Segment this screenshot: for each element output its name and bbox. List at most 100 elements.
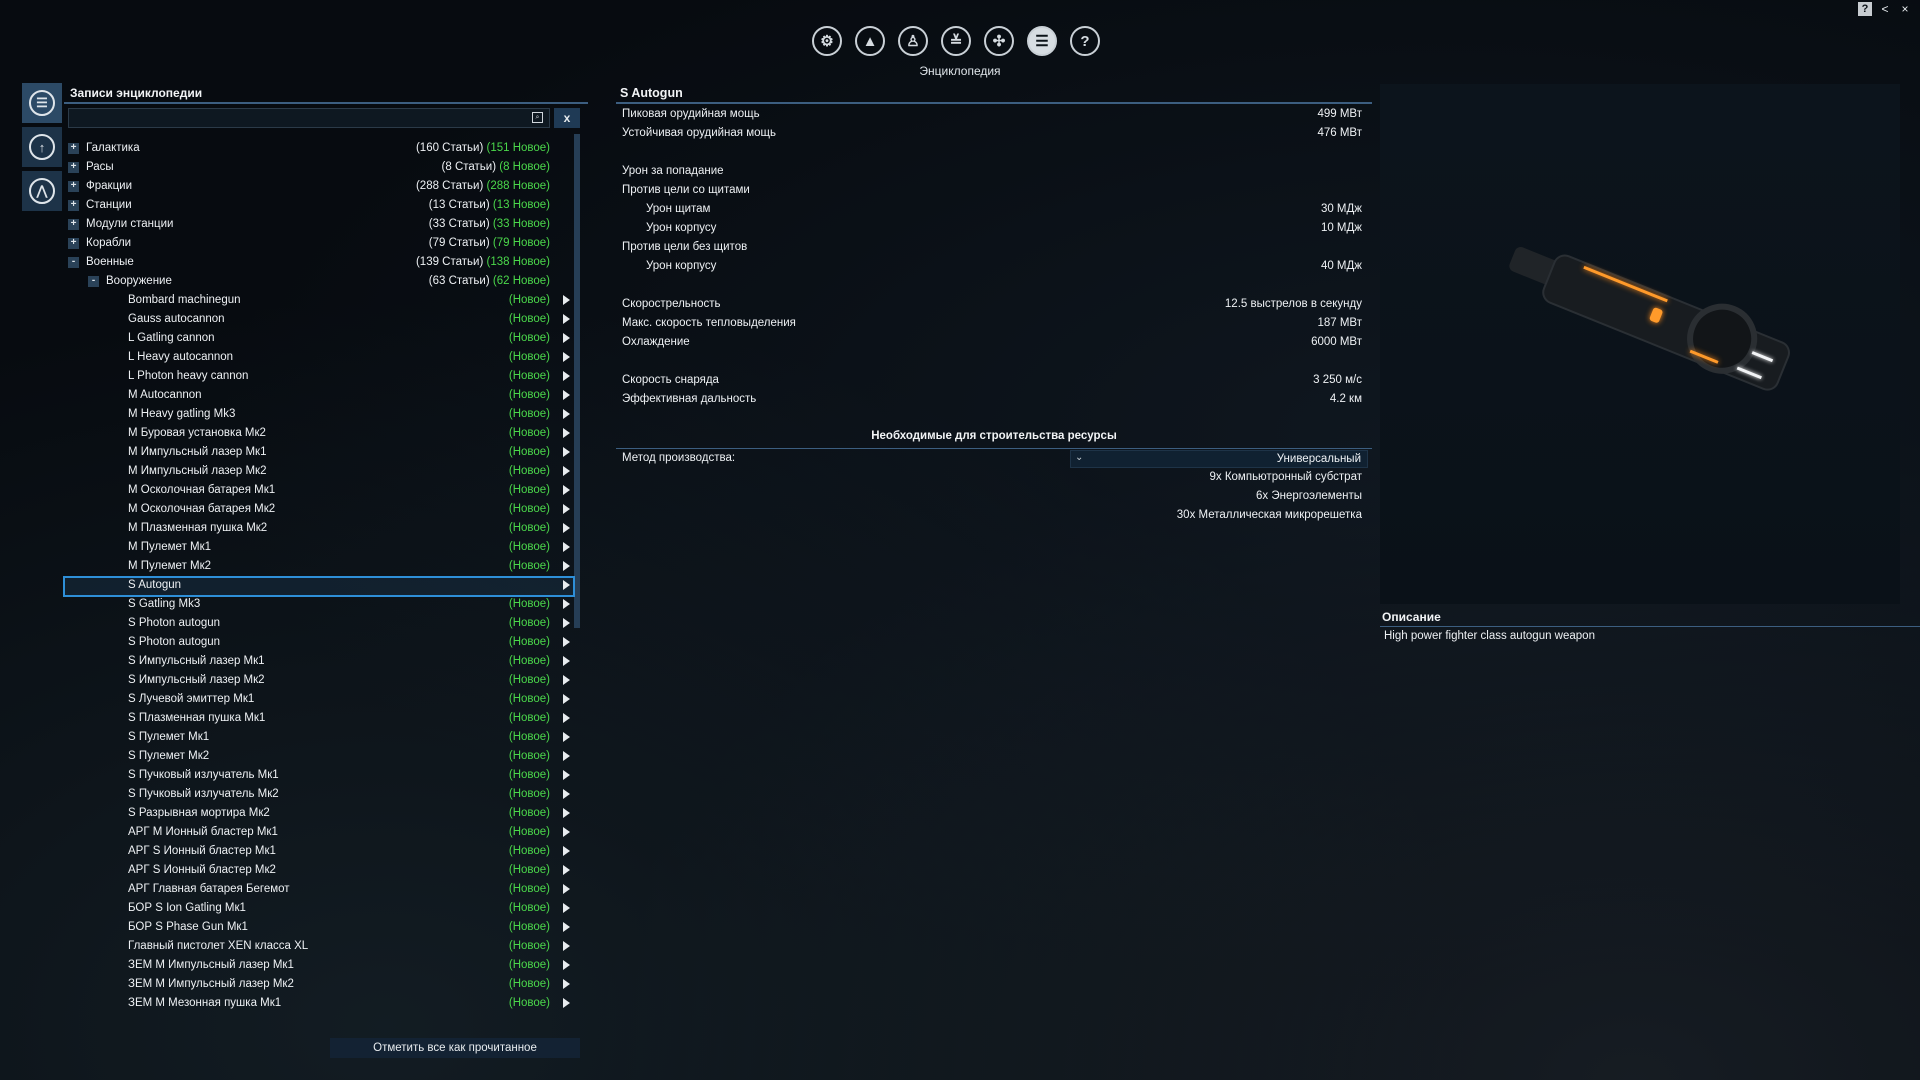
arrow-right-icon[interactable]: [563, 371, 570, 381]
tree-category[interactable]: + Станции (13 Статьи) (13 Новое): [64, 197, 574, 216]
tree-item[interactable]: Gauss autocannon (Новое): [64, 311, 574, 330]
tree-item[interactable]: Bombard machinegun (Новое): [64, 292, 574, 311]
tree-item[interactable]: L Photon heavy cannon (Новое): [64, 368, 574, 387]
tree-item[interactable]: S Импульсный лазер Мк1 (Новое): [64, 653, 574, 672]
tree-item[interactable]: АРГ S Ионный бластер Мк1 (Новое): [64, 843, 574, 862]
expand-icon[interactable]: +: [68, 162, 79, 173]
arrow-right-icon[interactable]: [563, 922, 570, 932]
tree-item[interactable]: M Плазменная пушка Мк2 (Новое): [64, 520, 574, 539]
arrow-right-icon[interactable]: [563, 903, 570, 913]
back-button[interactable]: <: [1878, 2, 1892, 16]
search-input[interactable]: ⌕: [68, 108, 550, 128]
expand-icon[interactable]: +: [68, 181, 79, 192]
close-button[interactable]: ×: [1898, 2, 1912, 16]
tree-item[interactable]: Главный пистолет XEN класса XL (Новое): [64, 938, 574, 957]
tree-item[interactable]: L Heavy autocannon (Новое): [64, 349, 574, 368]
arrow-right-icon[interactable]: [563, 561, 570, 571]
tree-item[interactable]: M Пулемет Мк1 (Новое): [64, 539, 574, 558]
tree-item[interactable]: M Осколочная батарея Мк1 (Новое): [64, 482, 574, 501]
tree-category[interactable]: + Фракции (288 Статьи) (288 Новое): [64, 178, 574, 197]
arrow-right-icon[interactable]: [563, 998, 570, 1008]
tree-item[interactable]: S Пулемет Мк1 (Новое): [64, 729, 574, 748]
tree-item[interactable]: S Разрывная мортира Мк2 (Новое): [64, 805, 574, 824]
tree-item[interactable]: АРГ S Ионный бластер Мк2 (Новое): [64, 862, 574, 881]
expand-icon[interactable]: +: [68, 200, 79, 211]
tree-item[interactable]: M Heavy gatling Mk3 (Новое): [64, 406, 574, 425]
collapse-icon[interactable]: -: [88, 276, 99, 287]
help-button[interactable]: ?: [1858, 2, 1872, 16]
arrow-right-icon[interactable]: [563, 542, 570, 552]
tree-item[interactable]: S Photon autogun (Новое): [64, 615, 574, 634]
side-tab-encyclopedia[interactable]: ☰: [22, 83, 62, 123]
arrow-right-icon[interactable]: [563, 618, 570, 628]
arrow-right-icon[interactable]: [563, 599, 570, 609]
tree-item[interactable]: M Autocannon (Новое): [64, 387, 574, 406]
help-icon[interactable]: ?: [1070, 26, 1100, 56]
arrow-right-icon[interactable]: [563, 466, 570, 476]
side-tab-compass[interactable]: ↑: [22, 127, 62, 167]
tree-category[interactable]: + Корабли (79 Статьи) (79 Новое): [64, 235, 574, 254]
ship-icon[interactable]: ▲: [855, 26, 885, 56]
arrow-right-icon[interactable]: [563, 409, 570, 419]
arrow-right-icon[interactable]: [563, 485, 570, 495]
person-icon[interactable]: ♙: [898, 26, 928, 56]
collapse-icon[interactable]: -: [68, 257, 79, 268]
arrow-right-icon[interactable]: [563, 846, 570, 856]
side-tab-ships[interactable]: ⋀: [22, 171, 62, 211]
tree-item[interactable]: S Autogun: [63, 576, 575, 597]
tree-subcategory[interactable]: - Вооружение (63 Статьи) (62 Новое): [64, 273, 574, 292]
tree-item[interactable]: S Импульсный лазер Мк2 (Новое): [64, 672, 574, 691]
tree-item[interactable]: S Photon autogun (Новое): [64, 634, 574, 653]
arrow-right-icon[interactable]: [563, 447, 570, 457]
arrow-right-icon[interactable]: [563, 656, 570, 666]
tree-item[interactable]: ЗЕМ M Импульсный лазер Мк1 (Новое): [64, 957, 574, 976]
expand-icon[interactable]: +: [68, 238, 79, 249]
arrow-right-icon[interactable]: [563, 732, 570, 742]
arrow-right-icon[interactable]: [563, 770, 570, 780]
tree-item[interactable]: АРГ M Ионный бластер Мк1 (Новое): [64, 824, 574, 843]
tree-category[interactable]: + Галактика (160 Статьи) (151 Новое): [64, 140, 574, 159]
arrow-right-icon[interactable]: [563, 504, 570, 514]
arrow-right-icon[interactable]: [563, 428, 570, 438]
arrow-right-icon[interactable]: [563, 808, 570, 818]
tree-item[interactable]: S Лучевой эмиттер Мк1 (Новое): [64, 691, 574, 710]
arrow-right-icon[interactable]: [563, 295, 570, 305]
tree-item[interactable]: S Gatling Mk3 (Новое): [64, 596, 574, 615]
clear-search-button[interactable]: x: [554, 108, 580, 128]
tree-item[interactable]: M Буровая установка Мк2 (Новое): [64, 425, 574, 444]
arrow-right-icon[interactable]: [563, 960, 570, 970]
tree-item[interactable]: S Пучковый излучатель Мк2 (Новое): [64, 786, 574, 805]
arrow-right-icon[interactable]: [563, 694, 570, 704]
tree-item[interactable]: M Осколочная батарея Мк2 (Новое): [64, 501, 574, 520]
arrow-right-icon[interactable]: [563, 884, 570, 894]
tree-category[interactable]: + Расы (8 Статьи) (8 Новое): [64, 159, 574, 178]
arrow-right-icon[interactable]: [563, 751, 570, 761]
arrow-right-icon[interactable]: [563, 523, 570, 533]
rank-icon[interactable]: ≚: [941, 26, 971, 56]
tree-item[interactable]: БОР S Ion Gatling Мк1 (Новое): [64, 900, 574, 919]
arrow-right-icon[interactable]: [563, 580, 570, 590]
encyclopedia-icon[interactable]: ☰: [1027, 26, 1057, 56]
arrow-right-icon[interactable]: [563, 941, 570, 951]
arrow-right-icon[interactable]: [563, 390, 570, 400]
arrow-right-icon[interactable]: [563, 314, 570, 324]
tree-item[interactable]: M Импульсный лазер Мк1 (Новое): [64, 444, 574, 463]
tree-item[interactable]: БОР S Phase Gun Мк1 (Новое): [64, 919, 574, 938]
settings-icon[interactable]: ⚙: [812, 26, 842, 56]
arrow-right-icon[interactable]: [563, 333, 570, 343]
tree-category[interactable]: - Военные (139 Статьи) (138 Новое): [64, 254, 574, 273]
tree-item[interactable]: ЗЕМ M Мезонная пушка Мк1 (Новое): [64, 995, 574, 1014]
map-icon[interactable]: ✣: [984, 26, 1014, 56]
arrow-right-icon[interactable]: [563, 713, 570, 723]
tree-item[interactable]: S Плазменная пушка Мк1 (Новое): [64, 710, 574, 729]
expand-icon[interactable]: +: [68, 219, 79, 230]
arrow-right-icon[interactable]: [563, 789, 570, 799]
tree-item[interactable]: ЗЕМ M Импульсный лазер Мк2 (Новое): [64, 976, 574, 995]
scrollbar[interactable]: [574, 134, 580, 628]
arrow-right-icon[interactable]: [563, 637, 570, 647]
arrow-right-icon[interactable]: [563, 865, 570, 875]
tree-item[interactable]: M Импульсный лазер Мк2 (Новое): [64, 463, 574, 482]
tree-item[interactable]: S Пучковый излучатель Мк1 (Новое): [64, 767, 574, 786]
arrow-right-icon[interactable]: [563, 675, 570, 685]
production-method-select[interactable]: ⌄ Универсальный: [1070, 450, 1368, 468]
